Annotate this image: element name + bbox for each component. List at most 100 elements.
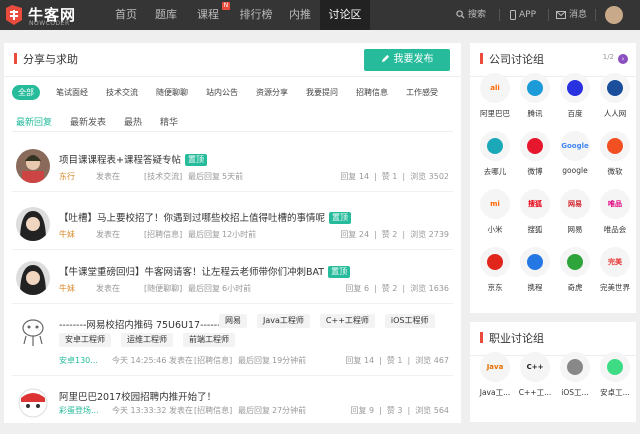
- user-avatar[interactable]: [16, 386, 50, 420]
- group-item[interactable]: 完美 完美世界: [596, 247, 634, 299]
- group-item[interactable]: Java Java工...: [476, 352, 514, 404]
- qihoo-icon: [560, 247, 590, 277]
- post-author[interactable]: 东行: [59, 171, 75, 182]
- post-item[interactable]: 【吐槽】马上要校招了！你遇到过哪些校招上值得吐槽的事情呢 置顶 牛妹 发表在 [招…: [4, 207, 461, 255]
- post-category[interactable]: [招聘信息]: [194, 405, 232, 416]
- post-author[interactable]: 牛妹: [59, 229, 75, 240]
- tag-announcement[interactable]: 站内公告: [200, 85, 244, 100]
- group-item[interactable]: 网易 网易: [556, 189, 594, 241]
- post-item[interactable]: 项目课课程表+课程答疑专帖 置顶 东行 发表在 [技术交流] 最后回复 5天前 回…: [4, 149, 461, 197]
- group-item[interactable]: ali 阿里巴巴: [476, 73, 514, 125]
- nowcoder-logo[interactable]: 牛客网 NOWCODER: [4, 2, 108, 28]
- nowcoder-logo-icon: [6, 5, 22, 25]
- group-item[interactable]: 携程: [516, 247, 554, 299]
- group-item[interactable]: C++ C++工...: [516, 352, 554, 404]
- sort-featured[interactable]: 精华: [160, 115, 178, 128]
- nav-problems[interactable]: 题库: [148, 0, 184, 30]
- group-item[interactable]: 人人网: [596, 73, 634, 125]
- tag-work[interactable]: 工作感受: [400, 85, 444, 100]
- inline-tag[interactable]: Java工程师: [257, 314, 310, 328]
- next-page-button[interactable]: ›: [618, 54, 628, 64]
- group-item[interactable]: 京东: [476, 247, 514, 299]
- sort-hottest[interactable]: 最热: [124, 115, 142, 128]
- view-count: 浏览 467: [415, 356, 449, 365]
- inline-tag[interactable]: C++工程师: [319, 314, 375, 328]
- post-inline-tags: 安卓工程师 运维工程师 前端工程师: [59, 333, 245, 347]
- group-item[interactable]: 腾讯: [516, 73, 554, 125]
- inline-tag[interactable]: 运维工程师: [121, 333, 173, 347]
- post-stats: 回复 14 | 赞 1 | 浏览 3502: [335, 171, 449, 182]
- post-stats: 回复 9 | 赞 3 | 浏览 564: [346, 405, 450, 416]
- microsoft-icon: [600, 131, 630, 161]
- group-item[interactable]: 百度: [556, 73, 594, 125]
- nav-discussion[interactable]: 讨论区: [320, 0, 370, 30]
- messages-link[interactable]: 消息: [556, 0, 587, 30]
- group-item[interactable]: mi 小米: [476, 189, 514, 241]
- post-title[interactable]: 项目课课程表+课程答疑专帖 置顶: [59, 152, 207, 166]
- group-item[interactable]: 微软: [596, 131, 634, 183]
- apple-icon: [560, 352, 590, 382]
- new-post-button[interactable]: 我要发布: [364, 49, 450, 71]
- post-category[interactable]: [招聘信息]: [144, 229, 182, 240]
- post-item[interactable]: 阿里巴巴2017校园招聘内推开始了！ 彩蛋登场... 今天 13:33:32 发…: [4, 386, 461, 434]
- tag-tech[interactable]: 技术交流: [100, 85, 144, 100]
- post-title[interactable]: 阿里巴巴2017校园招聘内推开始了！: [59, 389, 216, 403]
- group-item[interactable]: 奇虎: [556, 247, 594, 299]
- nav-courses[interactable]: 课程 N: [190, 0, 230, 30]
- qunar-icon: [480, 131, 510, 161]
- weibo-icon: [520, 131, 550, 161]
- post-category[interactable]: [招聘信息]: [194, 355, 232, 366]
- group-item[interactable]: Google google: [556, 131, 594, 183]
- reply-count: 回复 6: [345, 284, 370, 293]
- post-item[interactable]: 【牛课堂重磅回归】牛客网请客！让左程云老师带你们冲刺BAT 置顶 牛妹 发表在 […: [4, 261, 461, 309]
- post-title[interactable]: --------网易校招内推码 75U6U17--------: [59, 317, 228, 331]
- tag-jobs[interactable]: 招聘信息: [350, 85, 394, 100]
- group-icon-text: mi: [490, 200, 500, 208]
- post-title[interactable]: 【吐槽】马上要校招了！你遇到过哪些校招上值得吐槽的事情呢 置顶: [59, 210, 352, 224]
- group-item[interactable]: 微博: [516, 131, 554, 183]
- tag-question[interactable]: 我要提问: [300, 85, 344, 100]
- career-groups-panel: 职业讨论组 Java Java工... C++ C++工... iOS工... 安卓工..…: [470, 322, 636, 422]
- user-avatar[interactable]: [16, 207, 50, 241]
- group-item[interactable]: 唯品 唯品会: [596, 189, 634, 241]
- category-tags: 全部 笔试面经 技术交流 随便聊聊 站内公告 资源分享 我要提问 招聘信息 工作…: [12, 85, 457, 101]
- post-title[interactable]: 【牛课堂重磅回归】牛客网请客！让左程云老师带你们冲刺BAT 置顶: [59, 264, 351, 278]
- user-avatar[interactable]: [16, 314, 50, 348]
- tag-interview[interactable]: 笔试面经: [50, 85, 94, 100]
- post-author[interactable]: 安卓130...: [59, 355, 98, 366]
- nav-referral[interactable]: 内推: [284, 0, 316, 30]
- post-category[interactable]: [随便聊聊]: [144, 283, 182, 294]
- sort-latest-post[interactable]: 最新发表: [70, 115, 106, 128]
- inline-tag[interactable]: 网易: [219, 314, 247, 328]
- android-icon: [600, 352, 630, 382]
- last-reply-time: 5天前: [222, 172, 244, 181]
- post-author[interactable]: 牛妹: [59, 283, 75, 294]
- tag-chat[interactable]: 随便聊聊: [150, 85, 194, 100]
- post-title-text: 项目课课程表+课程答疑专帖: [59, 155, 181, 166]
- post-author[interactable]: 彩蛋登场...: [59, 405, 99, 416]
- new-badge: N: [222, 2, 230, 10]
- search-link[interactable]: 搜索: [456, 0, 486, 30]
- group-item[interactable]: 搜狐 搜狐: [516, 189, 554, 241]
- app-link[interactable]: APP: [510, 0, 536, 30]
- inline-tag[interactable]: 安卓工程师: [59, 333, 111, 347]
- group-label: 完美世界: [600, 283, 630, 292]
- post-category[interactable]: [技术交流]: [144, 171, 182, 182]
- nav-problems-label: 题库: [155, 8, 177, 21]
- post-item[interactable]: --------网易校招内推码 75U6U17-------- 网易 Java工程…: [4, 314, 461, 384]
- stats-separator: |: [379, 406, 382, 415]
- user-avatar[interactable]: [605, 6, 623, 24]
- group-item[interactable]: 安卓工...: [596, 352, 634, 404]
- sort-latest-reply[interactable]: 最新回复: [16, 115, 52, 128]
- nav-leaderboard[interactable]: 排行榜: [234, 0, 278, 30]
- user-avatar[interactable]: [16, 261, 50, 295]
- user-avatar[interactable]: [16, 149, 50, 183]
- tag-all[interactable]: 全部: [12, 85, 40, 100]
- tag-resources[interactable]: 资源分享: [250, 85, 294, 100]
- inline-tag[interactable]: iOS工程师: [384, 314, 435, 328]
- inline-tag[interactable]: 前端工程师: [183, 333, 235, 347]
- nav-home[interactable]: 首页: [110, 0, 142, 30]
- group-label: 唯品会: [603, 225, 627, 234]
- group-item[interactable]: iOS工...: [556, 352, 594, 404]
- group-item[interactable]: 去哪儿: [476, 131, 514, 183]
